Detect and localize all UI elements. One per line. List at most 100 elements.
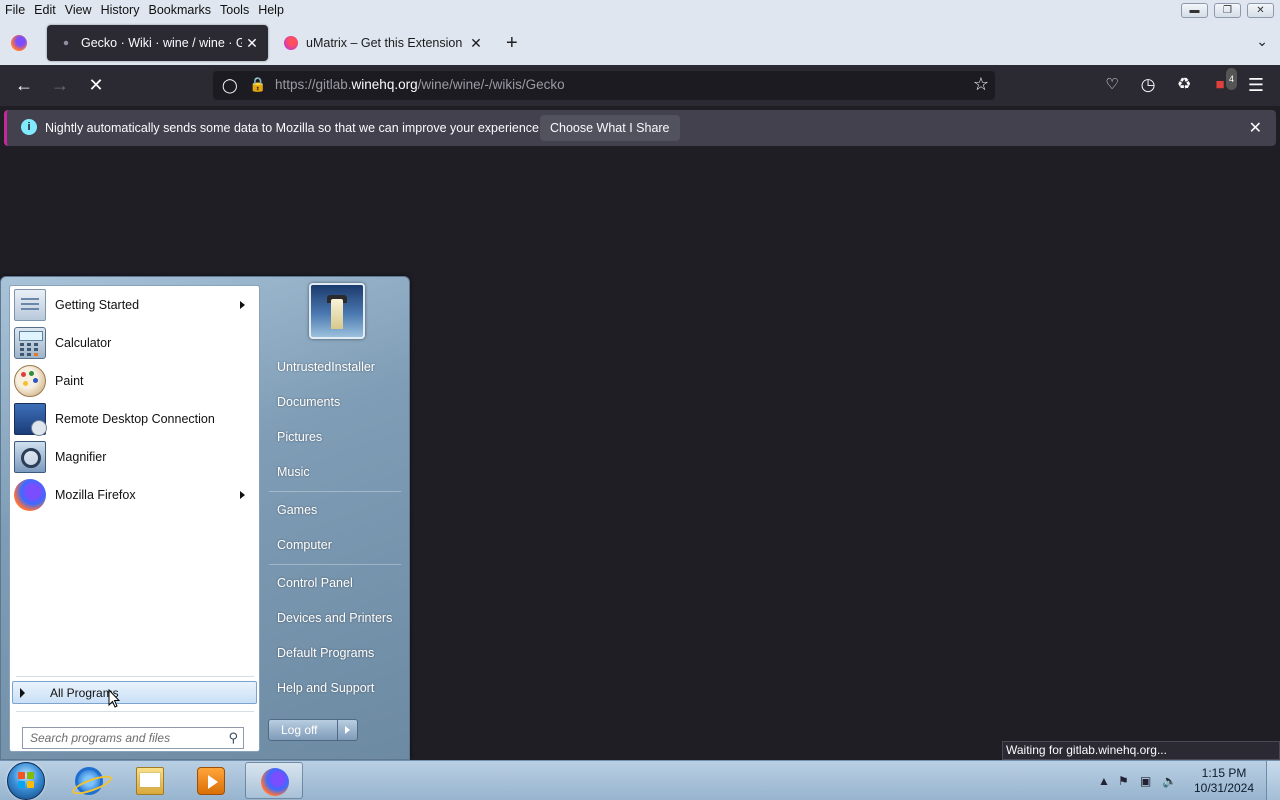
arrow-right-icon bbox=[345, 726, 350, 734]
program-magnifier[interactable]: Magnifier bbox=[12, 439, 257, 475]
address-bar[interactable]: ◯ 🔒 https://gitlab.winehq.org/wine/wine/… bbox=[213, 71, 995, 100]
devices-printers-link[interactable]: Devices and Printers bbox=[269, 603, 407, 633]
url-text[interactable]: https://gitlab.winehq.org/wine/wine/-/wi… bbox=[275, 77, 565, 92]
program-calculator[interactable]: Calculator bbox=[12, 325, 257, 361]
menu-view[interactable]: View bbox=[60, 0, 96, 21]
restore-button[interactable]: ❐ bbox=[1214, 3, 1241, 18]
menu-help[interactable]: Help bbox=[253, 0, 288, 21]
program-label: Getting Started bbox=[55, 298, 140, 312]
all-programs-button[interactable]: All Programs bbox=[12, 681, 257, 704]
menu-history[interactable]: History bbox=[96, 0, 144, 21]
games-link[interactable]: Games bbox=[269, 495, 407, 525]
bookmark-star-icon[interactable]: ☆ bbox=[973, 74, 989, 95]
getting-started-icon bbox=[14, 289, 46, 321]
submenu-arrow-icon bbox=[240, 301, 245, 309]
notification-bar: i Nightly automatically sends some data … bbox=[0, 106, 1280, 150]
media-player-icon bbox=[197, 767, 225, 795]
loading-dot-icon bbox=[59, 36, 73, 50]
start-menu: Getting Started Calculator Paint Remote … bbox=[0, 276, 410, 760]
program-getting-started[interactable]: Getting Started bbox=[12, 287, 257, 323]
choose-what-i-share-button[interactable]: Choose What I Share bbox=[540, 115, 680, 141]
menu-tools[interactable]: Tools bbox=[215, 0, 253, 21]
program-remote-desktop[interactable]: Remote Desktop Connection bbox=[12, 401, 257, 437]
shutdown-options-button[interactable] bbox=[337, 720, 357, 740]
pocket-icon[interactable]: ♡ bbox=[1101, 74, 1123, 96]
show-desktop-button[interactable] bbox=[1266, 761, 1280, 800]
program-label: Mozilla Firefox bbox=[55, 488, 136, 502]
tab-list-chevron-icon[interactable]: ⌄ bbox=[1256, 33, 1268, 50]
notification-close-icon[interactable]: ✕ bbox=[1249, 118, 1262, 138]
hamburger-menu-icon[interactable]: ☰ bbox=[1245, 74, 1267, 96]
lighthouse-icon bbox=[331, 299, 343, 329]
computer-link[interactable]: Computer bbox=[269, 530, 407, 560]
help-support-link[interactable]: Help and Support bbox=[269, 673, 407, 703]
back-arrow-icon[interactable]: ← bbox=[13, 74, 35, 96]
control-panel-link[interactable]: Control Panel bbox=[269, 568, 407, 598]
program-paint[interactable]: Paint bbox=[12, 363, 257, 399]
firefox-view-icon[interactable] bbox=[11, 35, 27, 51]
windows-flag-icon bbox=[18, 772, 35, 789]
tab-gecko-wiki[interactable]: Gecko · Wiki · wine / wine · GitLab ✕ bbox=[47, 25, 268, 61]
network-icon[interactable]: ▣ bbox=[1140, 774, 1151, 788]
minimize-button[interactable]: ▬ bbox=[1181, 3, 1208, 18]
new-tab-button[interactable]: + bbox=[506, 33, 518, 53]
remote-desktop-icon bbox=[14, 403, 47, 436]
taskbar-internet-explorer[interactable] bbox=[60, 762, 118, 799]
log-off-button[interactable]: Log off bbox=[268, 719, 358, 741]
volume-muted-icon[interactable]: 🔈 bbox=[1162, 774, 1177, 788]
default-programs-link[interactable]: Default Programs bbox=[269, 638, 407, 668]
submenu-arrow-icon bbox=[240, 491, 245, 499]
tab-title: uMatrix – Get this Extension for Firefox bbox=[306, 36, 466, 50]
music-link[interactable]: Music bbox=[269, 457, 407, 487]
search-programs-input[interactable]: Search programs and files ⚲ bbox=[22, 727, 244, 749]
pictures-link[interactable]: Pictures bbox=[269, 422, 407, 452]
tab-close-icon[interactable]: ✕ bbox=[466, 35, 486, 52]
tab-umatrix[interactable]: uMatrix – Get this Extension for Firefox… bbox=[272, 25, 492, 61]
divider bbox=[269, 491, 401, 492]
program-label: Remote Desktop Connection bbox=[55, 412, 215, 426]
stop-loading-icon[interactable]: ✕ bbox=[85, 74, 107, 96]
taskbar: ▲ ⚑ ▣ 🔈 1:15 PM 10/31/2024 bbox=[0, 760, 1280, 800]
umatrix-extension-icon[interactable]: ■ 4 bbox=[1209, 68, 1237, 96]
search-placeholder: Search programs and files bbox=[30, 731, 171, 745]
addons-favicon-icon bbox=[284, 36, 298, 50]
action-center-flag-icon[interactable]: ⚑ bbox=[1118, 774, 1129, 788]
close-window-button[interactable]: ✕ bbox=[1247, 3, 1274, 18]
menu-edit[interactable]: Edit bbox=[29, 0, 60, 21]
lock-icon[interactable]: 🔒 bbox=[249, 76, 266, 93]
minimize-icon: ▬ bbox=[1189, 5, 1200, 16]
taskbar-firefox[interactable] bbox=[245, 762, 303, 799]
clock-time: 1:15 PM bbox=[1201, 766, 1247, 780]
internet-explorer-icon bbox=[75, 767, 103, 795]
close-icon: ✕ bbox=[1256, 5, 1265, 16]
documents-link[interactable]: Documents bbox=[269, 387, 407, 417]
info-icon: i bbox=[21, 119, 37, 135]
extensions-puzzle-icon[interactable]: ♻ bbox=[1173, 74, 1195, 96]
tracking-shield-icon[interactable]: ◯ bbox=[222, 77, 238, 93]
expand-arrow-icon bbox=[20, 688, 25, 698]
extension-badge: 4 bbox=[1225, 68, 1237, 90]
show-hidden-icons-icon[interactable]: ▲ bbox=[1098, 774, 1110, 788]
magnifier-icon bbox=[14, 441, 46, 473]
taskbar-file-explorer[interactable] bbox=[121, 762, 179, 799]
program-label: Magnifier bbox=[55, 450, 107, 464]
clock-date: 10/31/2024 bbox=[1193, 781, 1255, 795]
program-firefox[interactable]: Mozilla Firefox bbox=[12, 477, 257, 513]
menu-file[interactable]: File bbox=[0, 0, 29, 21]
mouse-cursor-icon bbox=[108, 689, 120, 708]
clock[interactable]: 1:15 PM 10/31/2024 bbox=[1189, 766, 1259, 796]
log-off-label: Log off bbox=[281, 723, 318, 737]
tab-close-icon[interactable]: ✕ bbox=[242, 35, 262, 52]
tab-title: Gecko · Wiki · wine / wine · GitLab bbox=[81, 36, 242, 50]
menu-bookmarks[interactable]: Bookmarks bbox=[143, 0, 215, 21]
firefox-icon bbox=[14, 479, 46, 511]
start-button[interactable] bbox=[7, 762, 45, 800]
sync-clock-icon[interactable]: ◷ bbox=[1137, 74, 1159, 96]
forward-arrow-icon[interactable]: → bbox=[49, 74, 71, 96]
start-menu-programs-pane: Getting Started Calculator Paint Remote … bbox=[9, 285, 260, 752]
user-folder-link[interactable]: UntrustedInstaller bbox=[269, 352, 407, 382]
file-explorer-icon bbox=[136, 767, 164, 795]
user-avatar[interactable] bbox=[309, 283, 365, 339]
notification-message: Nightly automatically sends some data to… bbox=[45, 121, 543, 135]
taskbar-media-player[interactable] bbox=[182, 762, 240, 799]
